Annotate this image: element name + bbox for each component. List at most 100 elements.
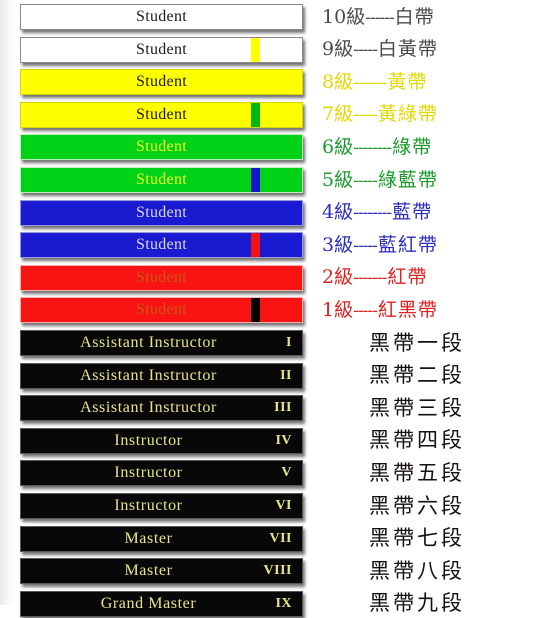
kyu-belt-name: 綠帶 bbox=[392, 135, 433, 158]
kyu-belt-name: 白黃帶 bbox=[377, 38, 438, 61]
kyu-dash-leader: ------- bbox=[353, 268, 387, 289]
belt-dan-numeral: VII bbox=[269, 530, 292, 546]
kyu-dash-leader: ----- bbox=[353, 40, 378, 61]
dan-rank-text: 黑帶二段 bbox=[369, 363, 465, 388]
kyu-belt-name: 紅黑帶 bbox=[377, 298, 438, 321]
belt-bar: Student bbox=[20, 69, 303, 96]
belt-dan-numeral: V bbox=[281, 465, 292, 481]
belt-bar: Grand Master IX bbox=[20, 590, 303, 617]
kyu-number: 3 bbox=[322, 233, 335, 256]
rank-text-row: 黑帶五段 bbox=[312, 459, 546, 487]
belt-row: Student bbox=[20, 264, 303, 291]
belt-dan-numeral: III bbox=[274, 400, 292, 416]
belt-rank-label: Master bbox=[124, 562, 173, 580]
belt-row: Instructor V bbox=[20, 460, 303, 487]
belt-rank-chart: Student Student Student Student Student Stude… bbox=[0, 0, 546, 617]
belt-rank-label: Instructor bbox=[114, 497, 183, 514]
kyu-number: 10 bbox=[322, 5, 347, 28]
belt-row: Master VII bbox=[20, 525, 303, 552]
belt-rank-label: Master bbox=[124, 529, 173, 547]
kyu-belt-name: 綠藍帶 bbox=[377, 168, 438, 191]
rank-text-column: 10 級 ------ 白帶 9 級 ----- 白黃帶 8 級 ------- 黃帶 7 級 ----- 黃… bbox=[312, 0, 546, 614]
belt-row: Master VIII bbox=[20, 558, 303, 585]
kyu-unit: 級 bbox=[334, 168, 354, 191]
kyu-dash-leader: ----- bbox=[353, 170, 378, 191]
belt-bar: Master VIII bbox=[20, 558, 303, 585]
belt-stripe bbox=[251, 37, 260, 62]
belt-rank-label: Student bbox=[136, 138, 187, 156]
belt-row: Grand Master IX bbox=[20, 590, 303, 617]
kyu-dash-leader: ----- bbox=[353, 300, 378, 321]
belt-dan-numeral: VIII bbox=[263, 563, 292, 579]
rank-text-row: 3 級 ----- 藍紅帶 bbox=[312, 231, 546, 259]
belt-bar: Student bbox=[20, 199, 303, 226]
rank-text-row: 黑帶四段 bbox=[312, 427, 546, 455]
kyu-belt-name: 藍紅帶 bbox=[377, 233, 438, 256]
rank-text-row: 2 級 ------- 紅帶 bbox=[312, 264, 546, 292]
kyu-rank-text: 6 級 -------- 綠帶 bbox=[312, 135, 546, 158]
kyu-unit: 級 bbox=[334, 233, 354, 256]
belt-stripe bbox=[251, 168, 260, 192]
kyu-unit: 級 bbox=[334, 266, 354, 289]
rank-text-row: 黑帶一段 bbox=[312, 329, 546, 357]
kyu-rank-text: 7 級 ----- 黃綠帶 bbox=[312, 105, 546, 124]
belt-rank-label: Student bbox=[136, 73, 187, 91]
belt-row: Student bbox=[20, 167, 303, 193]
belt-stripe bbox=[251, 233, 260, 258]
rank-text-row: 黑帶九段 bbox=[312, 590, 546, 618]
kyu-unit: 級 bbox=[334, 201, 354, 224]
kyu-unit: 級 bbox=[334, 135, 354, 158]
belt-bar: Student bbox=[20, 134, 303, 161]
kyu-unit: 級 bbox=[334, 70, 354, 93]
kyu-belt-name: 白帶 bbox=[394, 5, 435, 28]
belt-rank-label: Assistant Instructor bbox=[80, 334, 217, 351]
belt-bar: Student bbox=[20, 167, 303, 193]
kyu-belt-name: 黃帶 bbox=[387, 70, 428, 93]
belt-bar: Assistant Instructor I bbox=[20, 330, 303, 356]
rank-text-row: 7 級 ----- 黃綠帶 bbox=[312, 101, 546, 129]
kyu-number: 9 bbox=[322, 38, 335, 61]
belt-row: Student bbox=[20, 134, 303, 161]
kyu-dash-leader: ------- bbox=[353, 72, 387, 93]
belt-row: Student bbox=[20, 232, 303, 259]
kyu-rank-text: 1 級 ----- 紅黑帶 bbox=[312, 298, 546, 321]
kyu-number: 8 bbox=[322, 70, 335, 93]
belt-bar: Student bbox=[20, 101, 303, 128]
kyu-unit: 級 bbox=[346, 5, 366, 28]
belt-row: Student bbox=[20, 4, 303, 30]
belt-bar: Student bbox=[20, 297, 303, 324]
belt-bar: Assistant Instructor III bbox=[20, 395, 303, 422]
kyu-belt-name: 藍帶 bbox=[392, 201, 433, 224]
belt-rank-label: Instructor bbox=[114, 464, 183, 482]
belt-dan-numeral: II bbox=[280, 367, 292, 383]
belt-stripe bbox=[251, 298, 260, 323]
belt-stripe bbox=[251, 102, 260, 127]
belt-rank-label: Student bbox=[136, 268, 187, 286]
belt-bar: Student bbox=[20, 232, 303, 259]
rank-text-row: 1 級 ----- 紅黑帶 bbox=[312, 296, 546, 324]
belt-rank-label: Student bbox=[136, 203, 187, 221]
kyu-number: 2 bbox=[322, 266, 335, 289]
kyu-dash-leader: ----- bbox=[353, 235, 378, 256]
kyu-rank-text: 8 級 ------- 黃帶 bbox=[312, 70, 546, 93]
belt-row: Instructor VI bbox=[20, 493, 303, 519]
rank-text-row: 8 級 ------- 黃帶 bbox=[312, 68, 546, 96]
kyu-rank-text: 5 級 ----- 綠藍帶 bbox=[312, 168, 546, 191]
kyu-dash-leader: ----- bbox=[353, 105, 378, 126]
dan-rank-text: 黑帶一段 bbox=[369, 330, 465, 355]
belt-dan-numeral: VI bbox=[275, 498, 292, 513]
kyu-number: 6 bbox=[322, 135, 335, 158]
kyu-number: 4 bbox=[322, 201, 335, 224]
dan-rank-text: 黑帶九段 bbox=[369, 591, 465, 616]
belt-bar: Student bbox=[20, 4, 303, 30]
belt-dan-numeral: IV bbox=[275, 432, 292, 448]
belt-bar: Student bbox=[20, 264, 303, 291]
belt-bar: Assistant Instructor II bbox=[20, 362, 303, 389]
kyu-dash-leader: ------ bbox=[365, 7, 394, 28]
kyu-number: 7 bbox=[322, 103, 335, 126]
belt-rank-label: Assistant Instructor bbox=[80, 399, 217, 417]
rank-text-row: 10 級 ------ 白帶 bbox=[312, 3, 546, 31]
belt-row: Assistant Instructor III bbox=[20, 395, 303, 422]
belt-column: Student Student Student Student Student Stude… bbox=[0, 0, 312, 617]
belt-row: Student bbox=[20, 101, 303, 128]
